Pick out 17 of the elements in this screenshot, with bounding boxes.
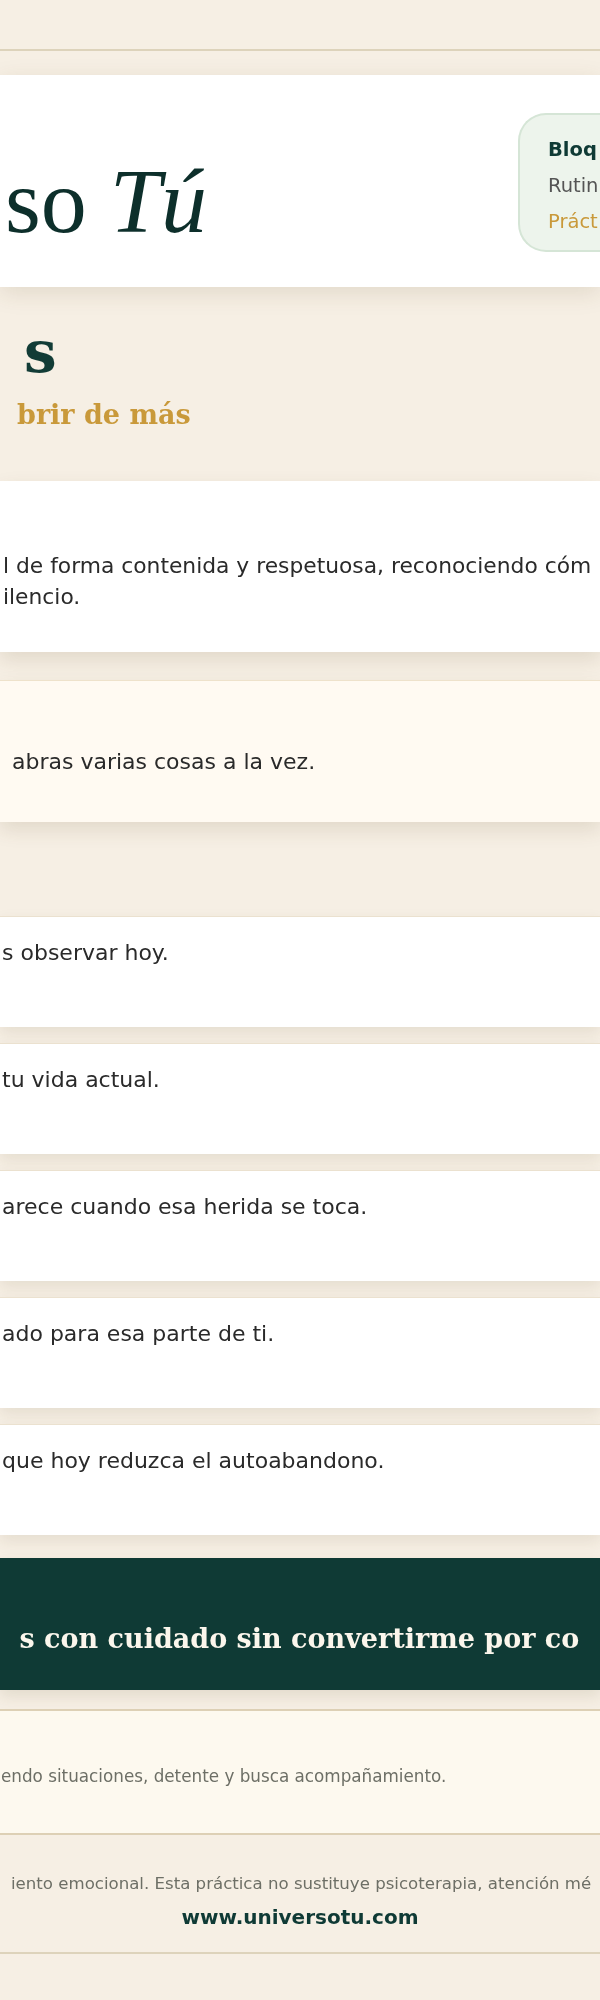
page-title: s (24, 323, 57, 381)
website-link[interactable]: www.universotu.com (181, 1903, 419, 1931)
tip-text: abras varias cosas a la vez. (11, 748, 316, 776)
disclaimer-text: iento emocional. Esta práctica no sustituye psicoterapia, atención mé (11, 1873, 592, 1895)
intro-text: l de forma contenida y respetuosa, reconociendo cóm ilencio. (2, 552, 592, 611)
step-text: tu vida actual. (1, 1066, 160, 1094)
badge-subtitle: Rutin (548, 173, 599, 199)
badge-title: Bloq (548, 137, 597, 163)
step-text: s observar hoy. (1, 939, 169, 967)
note-text: endo situaciones, detente y busca acompañamiento. (0, 1765, 447, 1788)
page-subtitle: brir de más (17, 401, 191, 428)
logo: so Tú (4, 155, 207, 247)
badge-label: Práct (548, 209, 598, 235)
step-text: que hoy reduzca el autoabandono. (1, 1447, 385, 1475)
step-text: ado para esa parte de ti. (1, 1320, 275, 1348)
banner-text: s con cuidado sin convertirme por co (19, 1622, 580, 1656)
step-text: arece cuando esa herida se toca. (1, 1193, 368, 1221)
